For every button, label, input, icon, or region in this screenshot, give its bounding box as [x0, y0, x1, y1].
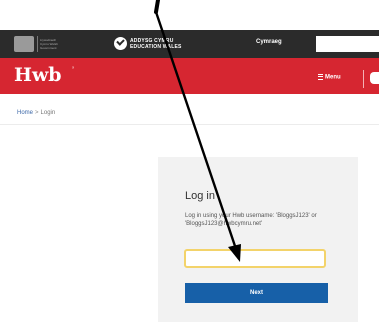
hamburger-menu-icon	[318, 74, 323, 80]
menu-button[interactable]: Menu	[318, 74, 341, 81]
checkmark-logo-icon	[114, 37, 127, 50]
breadcrumb-home-link[interactable]: Home	[17, 110, 33, 116]
gov-divider	[37, 36, 38, 52]
user-icon[interactable]	[370, 72, 379, 84]
breadcrumb: Home > Login	[17, 110, 55, 116]
top-whitespace	[0, 0, 379, 30]
header-divider	[363, 70, 364, 88]
gov-text: Llywodraeth Cymru Welsh Government	[40, 38, 58, 50]
welsh-government-crest-icon	[14, 36, 34, 52]
hwb-logo[interactable]: Hwb	[14, 64, 62, 86]
education-line-2: EDUCATION WALES	[130, 44, 182, 50]
search-input[interactable]	[316, 36, 379, 52]
next-button[interactable]: Next	[185, 283, 328, 303]
login-instructions: Log in using your Hwb username: 'BloggsJ…	[185, 213, 317, 227]
government-bar: Llywodraeth Cymru Welsh Government ADDYS…	[0, 30, 379, 58]
breadcrumb-separator: >	[35, 110, 39, 116]
login-title: Log in	[185, 190, 215, 202]
menu-label: Menu	[325, 74, 341, 81]
language-toggle-link[interactable]: Cymraeg	[256, 39, 282, 45]
logo-accent-mark: ’	[72, 65, 74, 75]
breadcrumb-divider	[0, 124, 379, 125]
education-wales-logo-text: ADDYSG CYMRU EDUCATION WALES	[130, 38, 182, 50]
breadcrumb-current: Login	[40, 110, 56, 116]
username-input[interactable]	[184, 249, 326, 268]
